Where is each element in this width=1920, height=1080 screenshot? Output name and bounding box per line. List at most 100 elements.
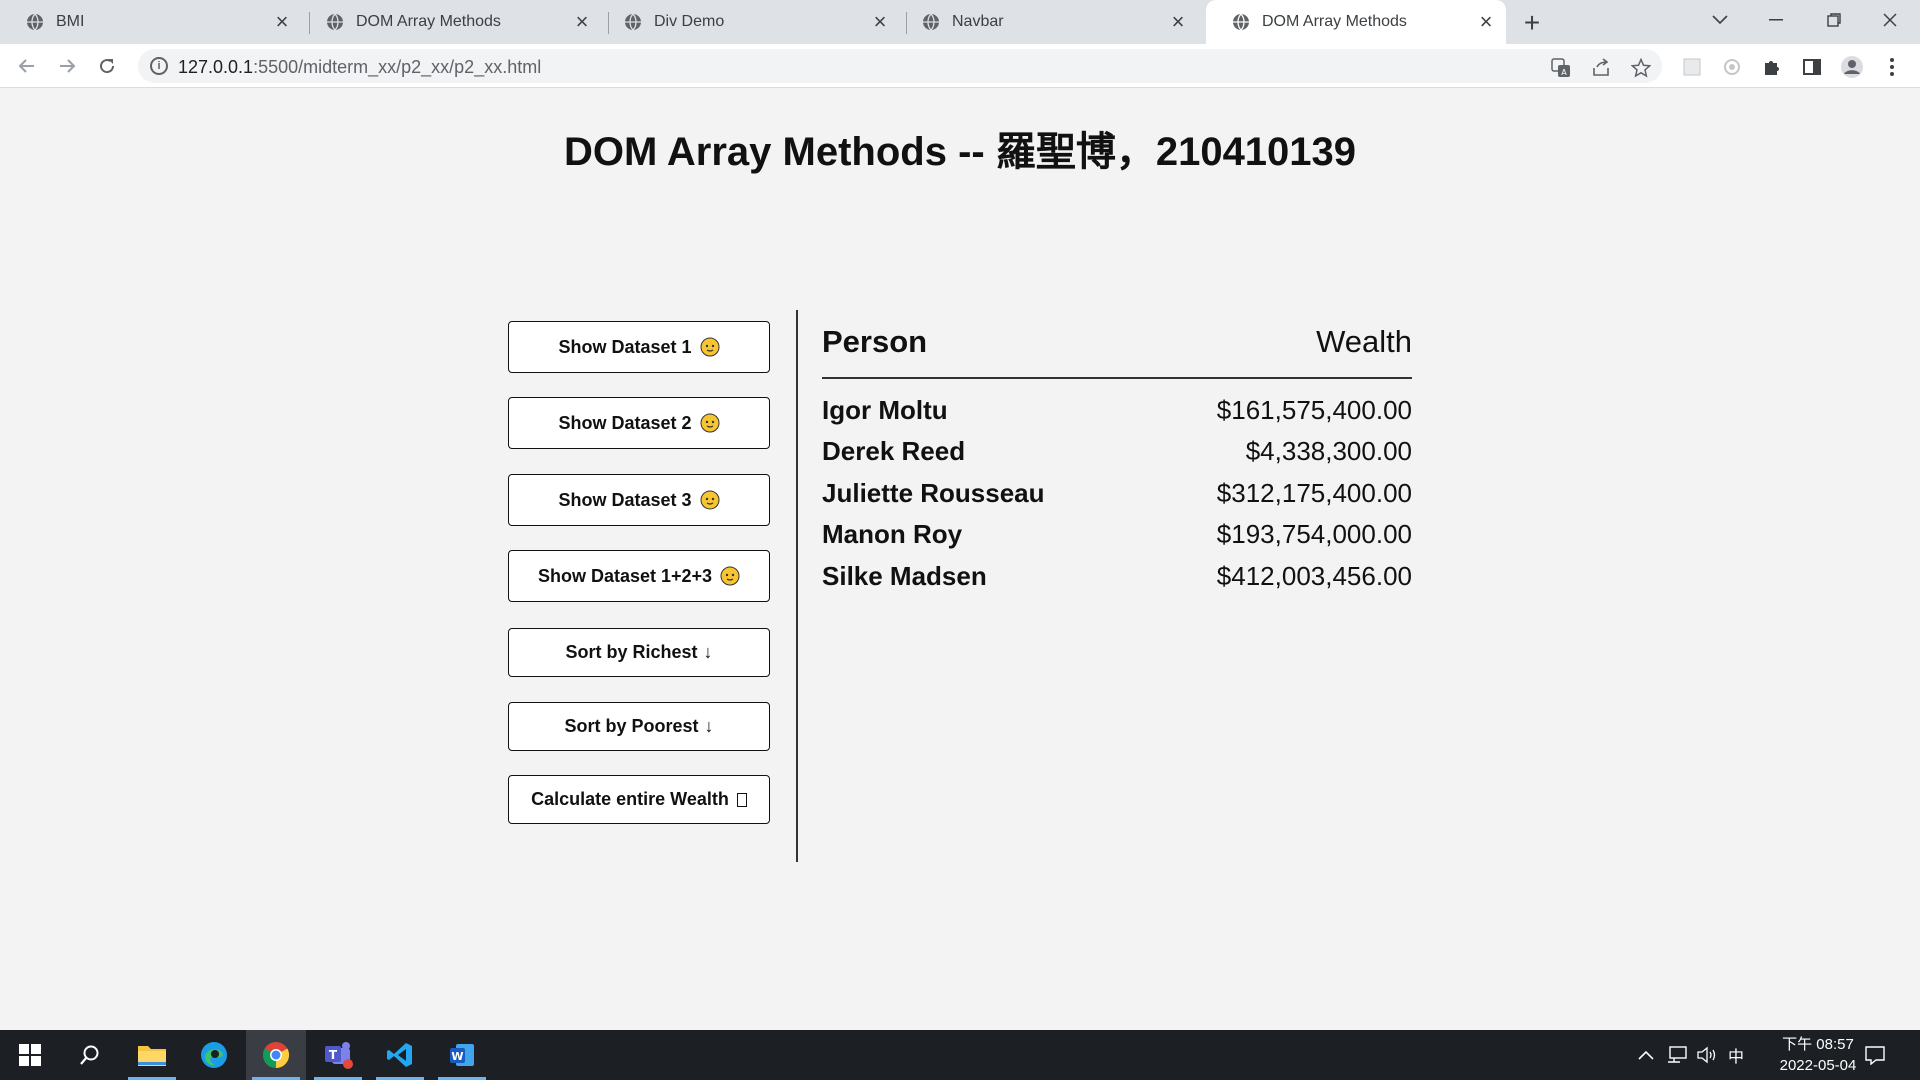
search-button[interactable] [60, 1030, 120, 1080]
face-emoji-icon [700, 413, 720, 433]
network-icon [1668, 1046, 1687, 1063]
arrow-down-icon: ↓ [703, 642, 713, 662]
word-icon: W [450, 1044, 474, 1066]
extension-icon[interactable] [1680, 55, 1704, 79]
word-app[interactable]: W [432, 1030, 492, 1080]
tab-bmi[interactable]: BMI × [0, 0, 302, 44]
start-button[interactable] [0, 1030, 60, 1080]
arrow-right-icon [60, 59, 76, 73]
forward-button[interactable] [52, 51, 82, 81]
person-name: Derek Reed [822, 436, 966, 466]
face-emoji-icon [720, 566, 740, 586]
windows-logo-icon [19, 1044, 41, 1066]
page-content: DOM Array Methods -- 羅聖博，210410139 Show … [0, 89, 1920, 1030]
show-dataset-2-button[interactable]: Show Dataset 2 [508, 397, 770, 449]
restore-button[interactable] [1806, 0, 1862, 40]
profile-avatar-icon[interactable] [1840, 55, 1864, 79]
tab-title: Navbar [952, 13, 1004, 30]
close-window-button[interactable] [1862, 0, 1918, 40]
globe-icon [27, 13, 43, 31]
share-icon[interactable] [1590, 57, 1612, 79]
chrome-app[interactable] [246, 1030, 306, 1080]
person-wealth: $312,175,400.00 [1216, 478, 1412, 508]
speaker-icon [1697, 1046, 1716, 1064]
svg-text:A: A [1561, 68, 1567, 77]
tab-navbar[interactable]: Navbar × [896, 0, 1198, 44]
table-row: Juliette Rousseau $312,175,400.00 [822, 478, 1412, 518]
address-bar[interactable]: i 127.0.0.1:5500/midterm_xx/p2_xx/p2_xx.… [138, 49, 1662, 83]
show-hidden-icons-button[interactable] [1638, 1030, 1654, 1080]
tab-title: BMI [56, 13, 85, 30]
tab-title: DOM Array Methods [356, 13, 501, 30]
network-tray[interactable] [1666, 1030, 1688, 1080]
teams-app[interactable]: T [308, 1030, 368, 1080]
url-text: 127.0.0.1:5500/midterm_xx/p2_xx/p2_xx.ht… [178, 57, 542, 77]
person-name: Juliette Rousseau [822, 478, 1045, 508]
notification-center-button[interactable] [1864, 1030, 1886, 1080]
close-icon[interactable]: × [1472, 8, 1500, 36]
show-dataset-3-button[interactable]: Show Dataset 3 [508, 474, 770, 526]
ime-label: 中 [1728, 1049, 1745, 1066]
close-icon[interactable]: × [568, 8, 596, 36]
file-explorer-app[interactable] [122, 1030, 182, 1080]
chrome-icon [262, 1042, 290, 1069]
table-header-wealth: Wealth [1316, 324, 1412, 359]
new-tab-button[interactable]: + [1516, 7, 1548, 39]
show-dataset-1-button[interactable]: Show Dataset 1 [508, 321, 770, 373]
table-row: Silke Madsen $412,003,456.00 [822, 561, 1412, 601]
back-button[interactable] [12, 51, 42, 81]
tab-dom-array-methods[interactable]: DOM Array Methods × [300, 0, 602, 44]
person-wealth: $193,754,000.00 [1216, 519, 1412, 549]
button-label: Sort by Richest [565, 642, 698, 662]
volume-tray[interactable] [1696, 1030, 1718, 1080]
ime-indicator[interactable]: 中 [1728, 1030, 1744, 1080]
clock-time: 下午 08:57 [1782, 1036, 1854, 1053]
calculate-wealth-button[interactable]: Calculate entire Wealth [508, 775, 770, 824]
puzzle-icon[interactable] [1760, 55, 1784, 79]
info-icon[interactable]: i [150, 57, 168, 75]
show-dataset-all-button[interactable]: Show Dataset 1+2+3 [508, 550, 770, 602]
header-divider [822, 377, 1412, 379]
arrow-down-icon: ↓ [704, 716, 714, 736]
vertical-divider [796, 310, 798, 862]
missing-glyph-icon [736, 792, 747, 807]
tab-dom-array-methods-active[interactable]: DOM Array Methods × [1206, 0, 1506, 44]
close-icon[interactable]: × [1164, 8, 1192, 36]
sort-richest-button[interactable]: Sort by Richest ↓ [508, 628, 770, 677]
notification-icon [1865, 1046, 1885, 1065]
minimize-button[interactable] [1748, 0, 1804, 40]
close-icon[interactable]: × [268, 8, 296, 36]
table-header-person: Person [822, 324, 928, 359]
chevron-down-icon [1712, 15, 1728, 25]
tab-title: Div Demo [654, 13, 725, 30]
tab-search-button[interactable] [1692, 0, 1748, 40]
table-row: Derek Reed $4,338,300.00 [822, 436, 1412, 476]
translate-icon[interactable]: A [1550, 57, 1572, 79]
button-label: Show Dataset 1 [558, 336, 692, 357]
button-label: Show Dataset 1+2+3 [537, 565, 713, 586]
person-wealth: $412,003,456.00 [1216, 561, 1412, 591]
reload-button[interactable] [92, 51, 122, 81]
button-label: Sort by Poorest [564, 716, 699, 736]
globe-icon [327, 13, 343, 31]
close-icon[interactable]: × [866, 8, 894, 36]
windows-taskbar: T W 中 下午 08:57 2022-05-04 [0, 1030, 1920, 1080]
sort-poorest-button[interactable]: Sort by Poorest ↓ [508, 702, 770, 751]
tab-title: DOM Array Methods [1262, 13, 1407, 30]
side-panel-icon[interactable] [1800, 55, 1824, 79]
tab-div-demo[interactable]: Div Demo × [598, 0, 900, 44]
globe-icon [923, 13, 939, 31]
teams-icon: T [325, 1042, 353, 1069]
folder-icon [138, 1046, 166, 1066]
close-icon [1883, 13, 1897, 27]
taskbar-clock[interactable]: 下午 08:57 2022-05-04 [1768, 1034, 1868, 1076]
menu-kebab-icon[interactable] [1880, 55, 1904, 79]
bookmark-star-icon[interactable] [1630, 57, 1652, 79]
vscode-app[interactable] [370, 1030, 430, 1080]
reload-icon [100, 59, 115, 74]
clock-date: 2022-05-04 [1779, 1057, 1857, 1074]
search-icon [80, 1045, 99, 1065]
globe-icon [1233, 13, 1249, 31]
extension-icon[interactable] [1720, 55, 1744, 79]
edge-app[interactable] [184, 1030, 244, 1080]
